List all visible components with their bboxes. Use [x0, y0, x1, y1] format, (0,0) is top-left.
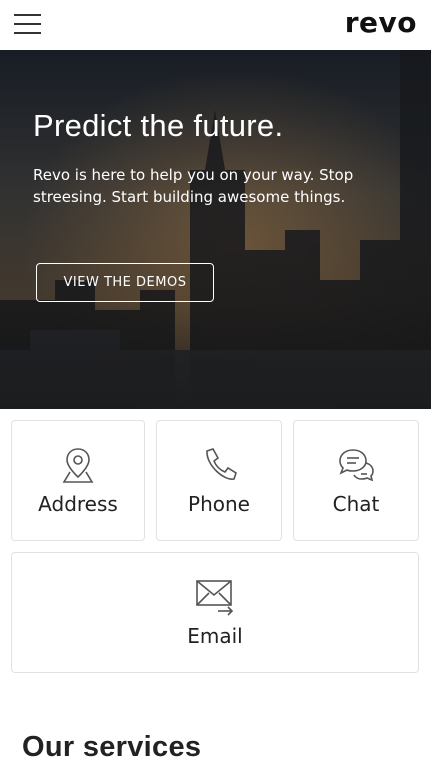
chat-card[interactable]: Chat: [293, 420, 419, 541]
hero-title: Predict the future.: [33, 108, 284, 143]
menu-line: [14, 23, 41, 25]
top-navigation-bar: revo: [0, 0, 431, 50]
chat-bubbles-icon: [339, 449, 374, 482]
hero-description: Revo is here to help you on your way. St…: [33, 166, 354, 206]
email-label: Email: [187, 624, 243, 648]
hamburger-menu-icon[interactable]: [14, 12, 42, 36]
menu-line: [14, 32, 41, 34]
hero-banner: Predict the future. Revo is here to help…: [0, 50, 431, 409]
email-card[interactable]: Email: [11, 552, 419, 673]
phone-card[interactable]: Phone: [156, 420, 282, 541]
phone-icon: [206, 448, 237, 480]
hero-overlay: [0, 50, 431, 409]
menu-line: [14, 14, 41, 16]
view-demos-button[interactable]: VIEW THE DEMOS: [36, 263, 214, 302]
services-section-title: Our services: [22, 731, 202, 763]
logo[interactable]: revo: [345, 6, 417, 39]
chat-label: Chat: [332, 492, 380, 516]
address-card[interactable]: Address: [11, 420, 145, 541]
email-envelope-icon: [196, 580, 234, 616]
phone-label: Phone: [188, 492, 250, 516]
map-pin-icon: [62, 448, 94, 483]
address-label: Address: [38, 492, 118, 516]
